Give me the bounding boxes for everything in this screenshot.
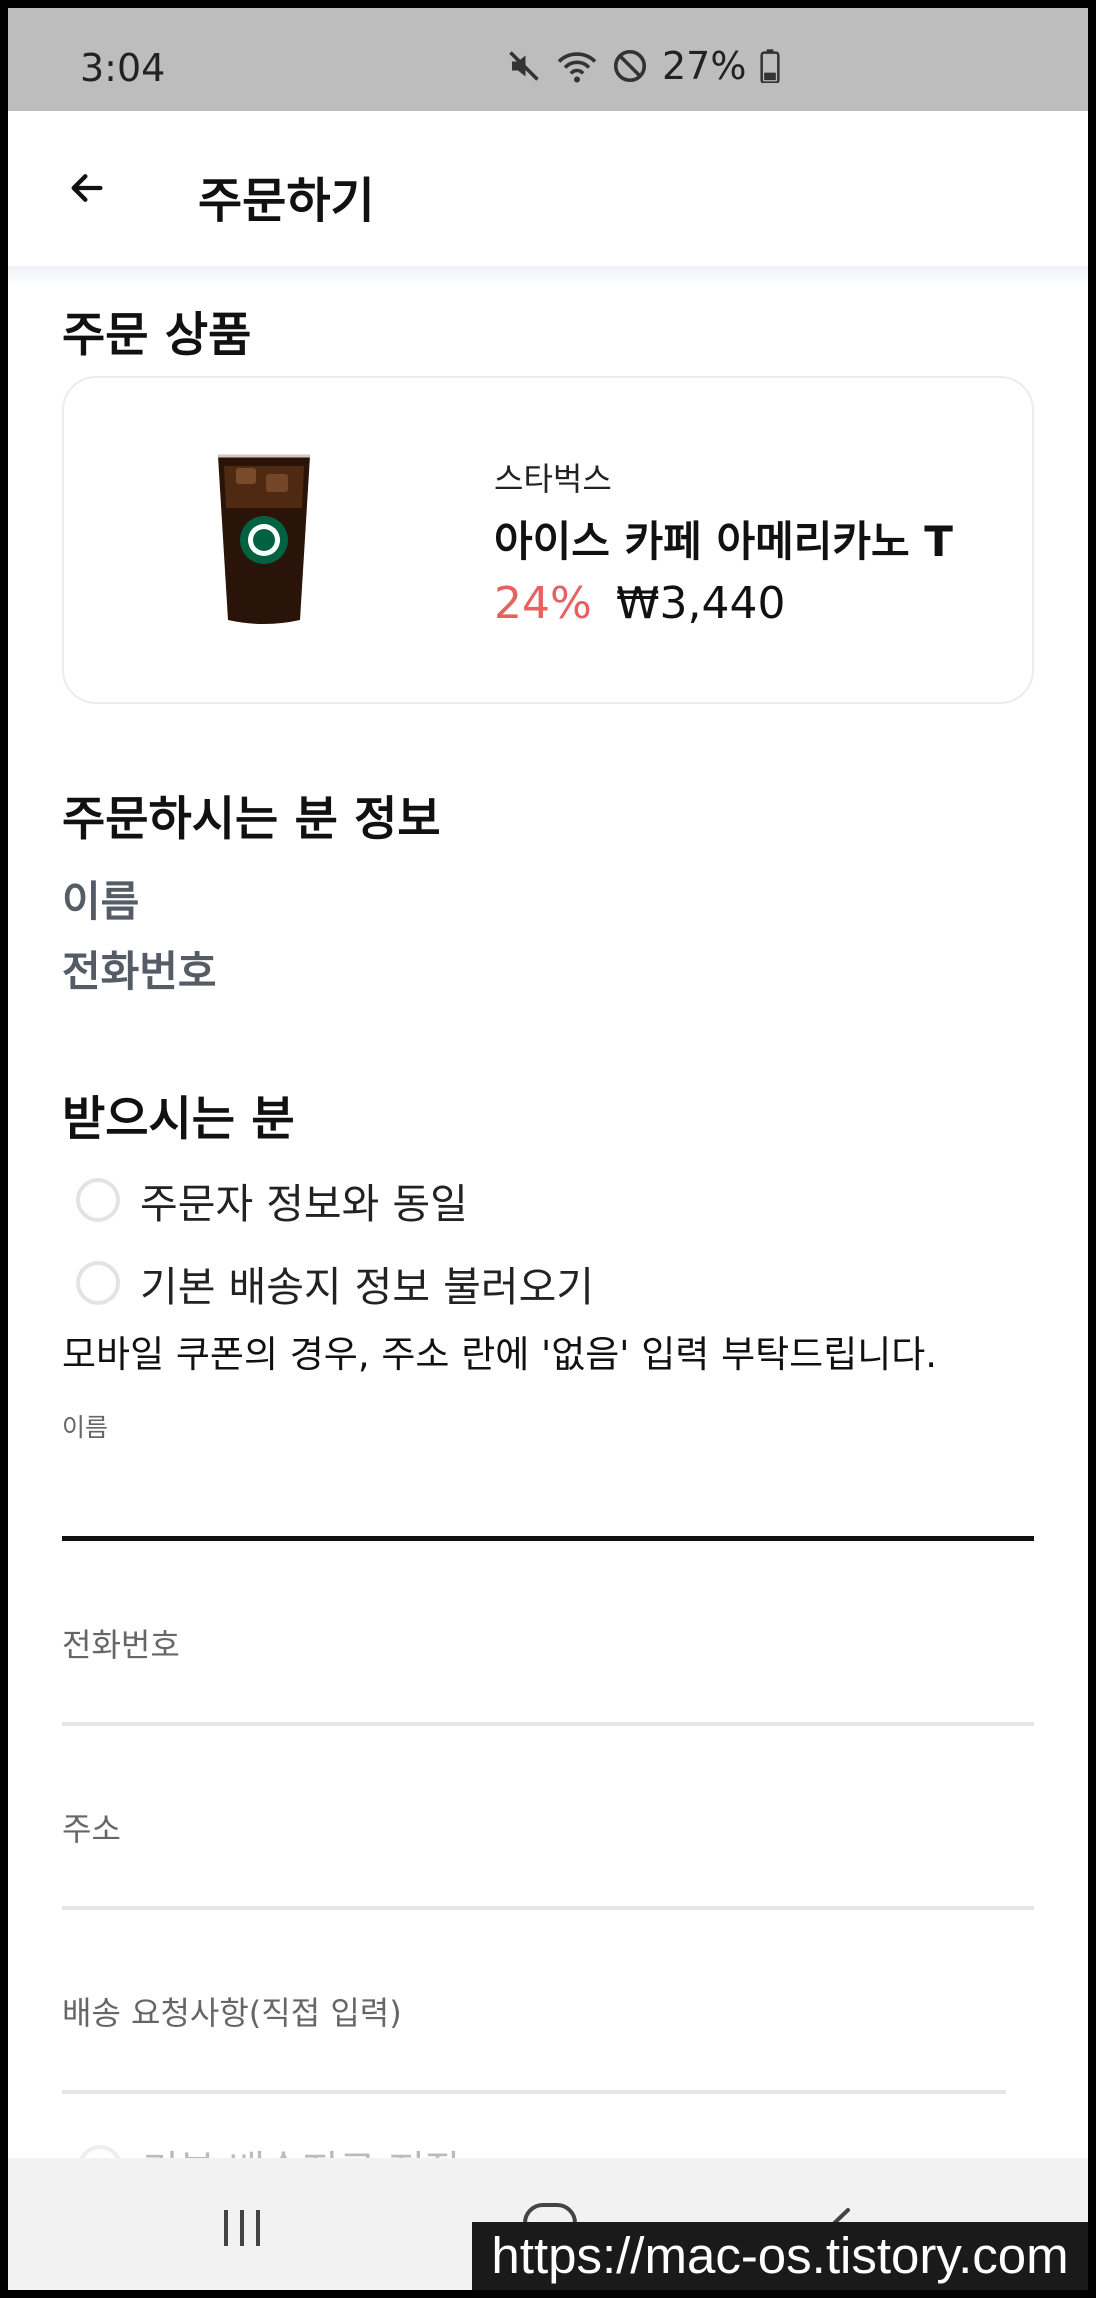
section-title-orderer-info: 주문하시는 분 정보 (62, 792, 441, 847)
radio-label: 기본 배송지 정보 불러오기 (140, 1263, 595, 1311)
recipient-name-input[interactable] (62, 1476, 1034, 1536)
appbar-shadow (8, 266, 1088, 286)
arrow-left-icon (71, 174, 103, 202)
radio-load-default-address[interactable]: 기본 배송지 정보 불러오기 (76, 1253, 594, 1313)
recipient-address-underline (62, 1906, 1034, 1910)
recipient-name-label: 이름 (62, 1413, 109, 1442)
recipient-phone-input[interactable] (62, 1660, 1034, 1720)
recipient-phone-underline (62, 1722, 1034, 1726)
status-time: 3:04 (80, 46, 166, 90)
delivery-request-input[interactable] (62, 2028, 1006, 2088)
battery-level: 27% (662, 44, 747, 88)
product-price: ₩3,440 (616, 578, 786, 629)
watermark: https://mac-os.tistory.com (472, 2222, 1088, 2290)
screen: 3:04 27% 주문하기 주문 상품 스타벅스 아이스 카페 아메리카노 T … (8, 8, 1088, 2290)
orderer-phone-label: 전화번호 (62, 947, 217, 996)
product-brand: 스타벅스 (494, 460, 612, 498)
recent-apps-button[interactable] (220, 2208, 264, 2252)
product-card[interactable]: 스타벅스 아이스 카페 아메리카노 T 24% ₩3,440 (62, 376, 1034, 704)
section-title-recipient: 받으시는 분 (62, 1092, 295, 1147)
section-title-order-items: 주문 상품 (62, 308, 252, 363)
product-discount: 24% (494, 578, 592, 629)
recipient-name-underline (62, 1536, 1034, 1541)
radio-label: 주문자 정보와 동일 (140, 1180, 468, 1228)
product-name: 아이스 카페 아메리카노 T (494, 517, 953, 566)
product-image (214, 448, 314, 632)
app-bar: 주문하기 (8, 111, 1088, 266)
status-icons: 27% (506, 44, 781, 88)
back-button[interactable] (54, 155, 120, 221)
recent-apps-icon (224, 2210, 260, 2246)
orderer-name-label: 이름 (62, 877, 140, 926)
radio-button[interactable] (76, 1261, 120, 1305)
do-not-disturb-icon (612, 48, 648, 84)
mute-icon (506, 48, 542, 84)
page-title: 주문하기 (198, 173, 375, 229)
battery-icon (760, 49, 781, 83)
status-bar: 3:04 27% (8, 8, 1088, 111)
coupon-notice: 모바일 쿠폰의 경우, 주소 란에 '없음' 입력 부탁드립니다. (62, 1333, 938, 1376)
wifi-icon (556, 48, 598, 84)
radio-same-as-orderer[interactable]: 주문자 정보와 동일 (76, 1170, 468, 1230)
delivery-request-underline (62, 2090, 1006, 2094)
radio-button[interactable] (76, 1178, 120, 1222)
recipient-address-input[interactable] (62, 1844, 1034, 1904)
